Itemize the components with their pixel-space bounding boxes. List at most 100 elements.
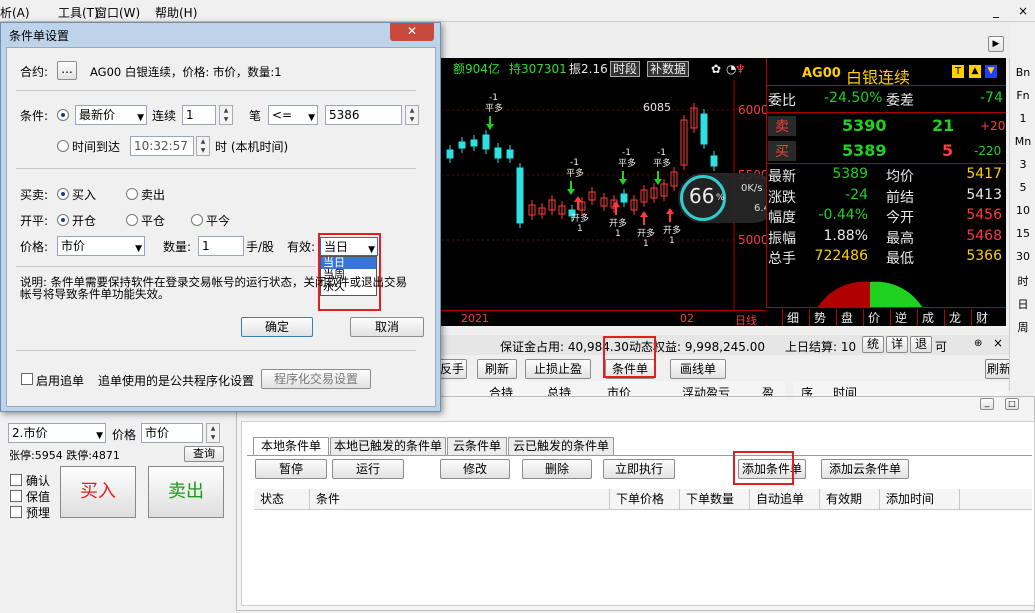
panel-maximize-icon[interactable]: □ — [1005, 398, 1019, 410]
quote-tab[interactable]: 龙 — [944, 309, 961, 326]
period-button[interactable]: 5 — [1012, 181, 1034, 194]
quote-tab[interactable]: 细 — [782, 309, 799, 326]
delete-button[interactable]: 删除 — [522, 459, 592, 479]
count-spinner[interactable]: ▲ ▼ — [219, 105, 233, 125]
tab-cloud-triggered[interactable]: 云已触发的条件单 — [508, 437, 614, 455]
operator-select[interactable]: <= ▼ — [268, 105, 318, 125]
price-input[interactable]: 市价 — [141, 423, 203, 443]
period-button[interactable]: 15 — [1012, 227, 1034, 240]
stop-loss-button[interactable]: 止损止盈 — [525, 359, 591, 379]
sell-arrow-icon — [619, 171, 627, 185]
quote-label: 最低 — [886, 251, 914, 267]
chase-checkbox[interactable] — [21, 373, 33, 385]
menu-item[interactable]: 析(A) — [0, 4, 30, 21]
close-today-radio[interactable] — [191, 214, 203, 226]
contract-picker-button[interactable]: ... — [57, 61, 77, 80]
pause-button[interactable]: 暂停 — [255, 459, 327, 479]
period-button[interactable]: 时 — [1012, 273, 1034, 289]
program-settings-button[interactable]: 程序化交易设置 — [261, 369, 371, 389]
open-radio[interactable] — [57, 214, 69, 226]
count-input[interactable]: 1 — [182, 105, 216, 125]
sell-button[interactable]: 卖出 — [148, 466, 224, 518]
period-button[interactable]: 3 — [1012, 158, 1034, 171]
menu-item[interactable]: 窗口(W) — [95, 4, 140, 21]
quote-label: 最新 — [768, 169, 796, 185]
time-period-button[interactable]: 时段 — [610, 61, 641, 77]
quote-tab[interactable]: 价 — [863, 309, 880, 326]
time-condition-radio[interactable] — [57, 140, 69, 152]
menu-item[interactable]: 工具(T) — [58, 4, 99, 21]
dialog-close-button[interactable]: ✕ — [390, 23, 434, 41]
candle-body — [710, 155, 718, 167]
detail-button[interactable]: 详 — [886, 336, 908, 353]
stat-button[interactable]: 统 — [862, 336, 884, 353]
trigger-price-input[interactable]: 5386 — [325, 105, 402, 125]
hedge-checkbox[interactable] — [10, 490, 22, 502]
period-button[interactable]: 10 — [1012, 204, 1034, 217]
tab-cloud-cond[interactable]: 云条件单 — [447, 437, 507, 455]
price-5000: 5000 — [738, 233, 769, 247]
trigger-price-spinner[interactable]: ▲ ▼ — [405, 105, 419, 125]
quote-row: 幅度 -0.44% 今开 5456 — [768, 207, 1006, 227]
quote-tab[interactable]: 盘 — [836, 309, 853, 326]
down-arrow-icon[interactable]: ♆ — [735, 58, 746, 80]
buy-arrow-icon — [574, 196, 582, 210]
t-icon[interactable]: T — [952, 65, 964, 78]
sell-arrow-icon — [486, 116, 494, 130]
minimize-icon[interactable]: _ — [993, 4, 999, 18]
close-icon[interactable]: × — [993, 336, 1003, 350]
tab-local-cond[interactable]: 本地条件单 — [253, 437, 329, 455]
price-condition-radio[interactable] — [57, 109, 69, 121]
confirm-checkbox[interactable] — [10, 474, 22, 486]
menu-item[interactable]: 帮助(H) — [155, 4, 197, 21]
refresh-button[interactable]: 刷新 — [477, 359, 517, 379]
preset-checkbox[interactable] — [10, 506, 22, 518]
period-button[interactable]: 1 — [1012, 112, 1034, 125]
reverse-button[interactable]: 反手 — [437, 359, 467, 379]
cancel-button[interactable]: 取消 — [350, 317, 424, 337]
quote-label: 幅度 — [768, 210, 796, 226]
execute-now-button[interactable]: 立即执行 — [603, 459, 675, 479]
period-button[interactable]: Bn — [1012, 66, 1034, 79]
price-type-select[interactable]: 最新价 ▼ — [75, 105, 147, 125]
quantity-input[interactable]: 1 — [198, 236, 244, 256]
down-arrow-icon[interactable]: ▼ — [985, 65, 997, 78]
time-spinner[interactable]: ▲ ▼ — [196, 136, 210, 156]
period-button[interactable]: 30 — [1012, 250, 1034, 263]
scroll-right-icon[interactable]: ▶ — [988, 36, 1004, 52]
cond-table-header: 状态 条件 下单价格 下单数量 自动追单 有效期 添加时间 — [254, 489, 1032, 510]
ok-button[interactable]: 确定 — [241, 317, 313, 337]
modify-button[interactable]: 修改 — [440, 459, 510, 479]
quote-tab[interactable]: 逆 — [890, 309, 907, 326]
close-icon[interactable]: × — [1018, 4, 1028, 18]
tab-local-triggered[interactable]: 本地已触发的条件单 — [330, 437, 446, 455]
buy-radio[interactable] — [57, 188, 69, 200]
quote-tab[interactable]: 财 — [971, 309, 988, 326]
line-order-button[interactable]: 画线单 — [670, 359, 726, 379]
up-arrow-icon[interactable]: ▲ — [969, 65, 981, 78]
run-button[interactable]: 运行 — [332, 459, 404, 479]
order-type-select[interactable]: 2.市价 ▼ — [8, 423, 106, 443]
daily-tab[interactable]: 日线 — [735, 312, 757, 328]
period-button[interactable]: 日 — [1012, 296, 1034, 312]
close-radio[interactable] — [126, 214, 138, 226]
buy-button[interactable]: 买入 — [60, 466, 136, 518]
period-button[interactable]: Mn — [1012, 135, 1034, 148]
sell-radio[interactable] — [126, 188, 138, 200]
add-cloud-cond-button[interactable]: 添加云条件单 — [821, 459, 909, 479]
price-spinner[interactable]: ▲ ▼ — [206, 423, 220, 443]
candle-body — [516, 167, 524, 224]
period-button[interactable]: 周 — [1012, 319, 1034, 335]
quote-row: 总手 722486 最低 5366 — [768, 248, 1006, 268]
query-button[interactable]: 查询 — [184, 446, 224, 462]
supplement-data-button[interactable]: 补数据 — [647, 61, 690, 77]
panel-minimize-icon[interactable]: _ — [980, 398, 994, 410]
settings-gear-icon[interactable]: ✿ — [711, 58, 721, 80]
exit-button[interactable]: 退 — [910, 336, 932, 353]
quote-tab[interactable]: 成 — [917, 309, 934, 326]
pin-icon[interactable]: ⊕ — [974, 338, 982, 349]
period-button[interactable]: Fn — [1012, 89, 1034, 102]
quote-tab[interactable]: 势 — [809, 309, 826, 326]
order-price-select[interactable]: 市价 ▼ — [57, 236, 145, 256]
time-input[interactable]: 10:32:57 — [130, 136, 194, 156]
